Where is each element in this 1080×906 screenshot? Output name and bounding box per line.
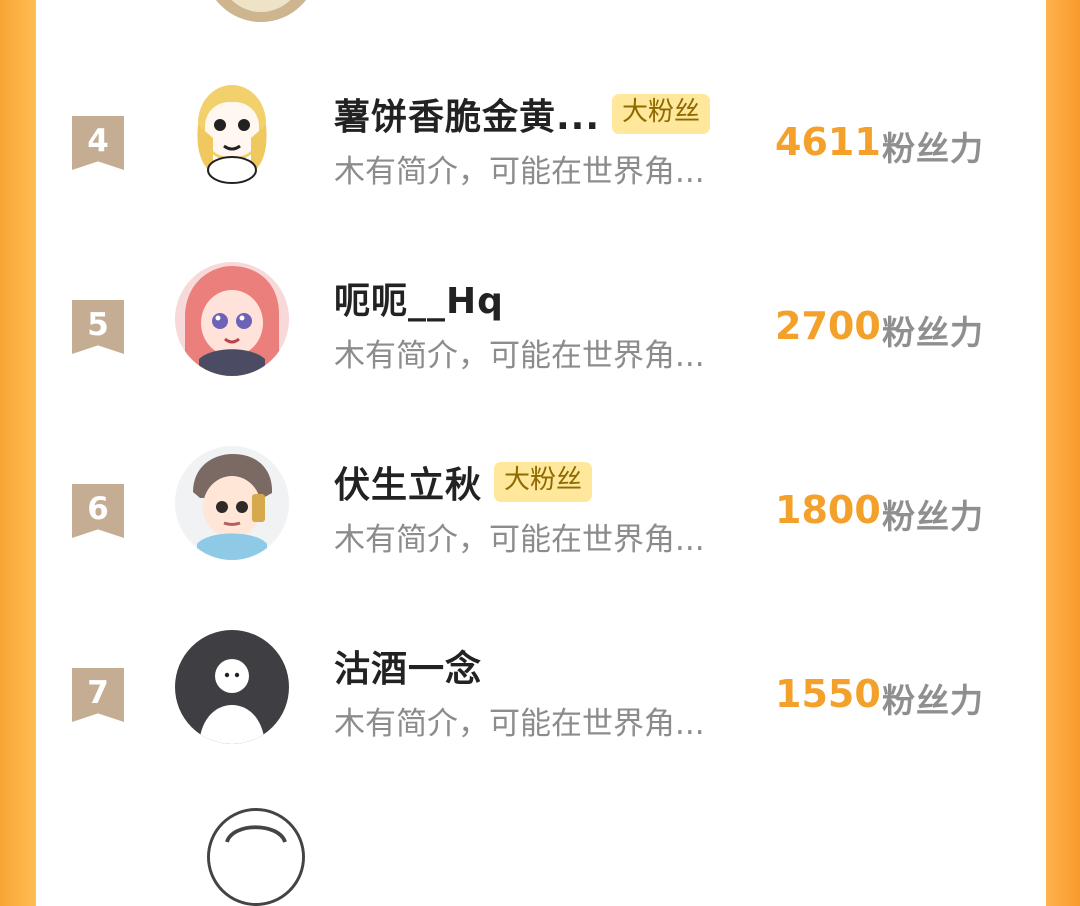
leaderboard-row[interactable]: 4 薯饼香脆金黄... 大粉丝 木有简介，可能在世界角... 4611 粉丝力 — [36, 78, 1046, 262]
fan-power-value: 2700 — [775, 304, 881, 348]
avatar-illustration — [175, 78, 289, 192]
fan-power-label: 粉丝力 — [882, 497, 984, 536]
user-description: 木有简介，可能在世界角... — [334, 522, 705, 558]
rank-badge: 4 — [72, 116, 124, 170]
rank-badge: 6 — [72, 484, 124, 538]
user-avatar[interactable] — [175, 446, 289, 560]
user-avatar[interactable] — [175, 262, 289, 376]
user-avatar[interactable] — [175, 630, 289, 744]
fan-tag: 大粉丝 — [612, 94, 711, 134]
user-description: 木有简介，可能在世界角... — [334, 338, 705, 374]
partial-avatar-bottom[interactable] — [207, 808, 305, 906]
avatar-illustration — [175, 262, 289, 376]
rank-badge: 7 — [72, 668, 124, 722]
fan-power-value: 1800 — [775, 488, 881, 532]
user-avatar[interactable] — [175, 78, 289, 192]
fan-tag: 大粉丝 — [494, 462, 593, 502]
avatar-illustration — [210, 811, 302, 903]
name-wrap: 薯饼香脆金黄... 大粉丝 — [334, 88, 711, 140]
avatar-illustration — [175, 446, 289, 560]
user-description: 木有简介，可能在世界角... — [334, 706, 705, 742]
default-avatar-icon — [175, 630, 289, 744]
rank-badge: 5 — [72, 300, 124, 354]
fan-power-label: 粉丝力 — [882, 129, 984, 168]
name-wrap: 沽酒一念 — [334, 640, 482, 692]
leaderboard-row[interactable]: 6 伏生立秋 大粉丝 木有简介，可能在世界角... 1800 粉丝力 — [36, 446, 1046, 630]
fan-power-value: 1550 — [775, 672, 881, 716]
user-description: 木有简介，可能在世界角... — [334, 154, 705, 190]
fan-power-value: 4611 — [775, 120, 881, 164]
name-wrap: 伏生立秋 大粉丝 — [334, 456, 593, 508]
leaderboard-row[interactable]: 5 呃呃__Hq 木有简介，可能在世界角... 2700 粉丝力 — [36, 262, 1046, 446]
user-name[interactable]: 薯饼香脆金黄... — [334, 88, 600, 140]
fan-power-label: 粉丝力 — [882, 681, 984, 720]
user-name[interactable]: 伏生立秋 — [334, 456, 482, 508]
leaderboard-row[interactable]: 7 沽酒一念 木有简介，可能在世界角... 1550 粉丝力 — [36, 630, 1046, 814]
name-wrap: 呃呃__Hq — [334, 272, 504, 324]
user-name[interactable]: 呃呃__Hq — [334, 272, 504, 324]
user-name[interactable]: 沽酒一念 — [334, 640, 482, 692]
fan-power-label: 粉丝力 — [882, 313, 984, 352]
